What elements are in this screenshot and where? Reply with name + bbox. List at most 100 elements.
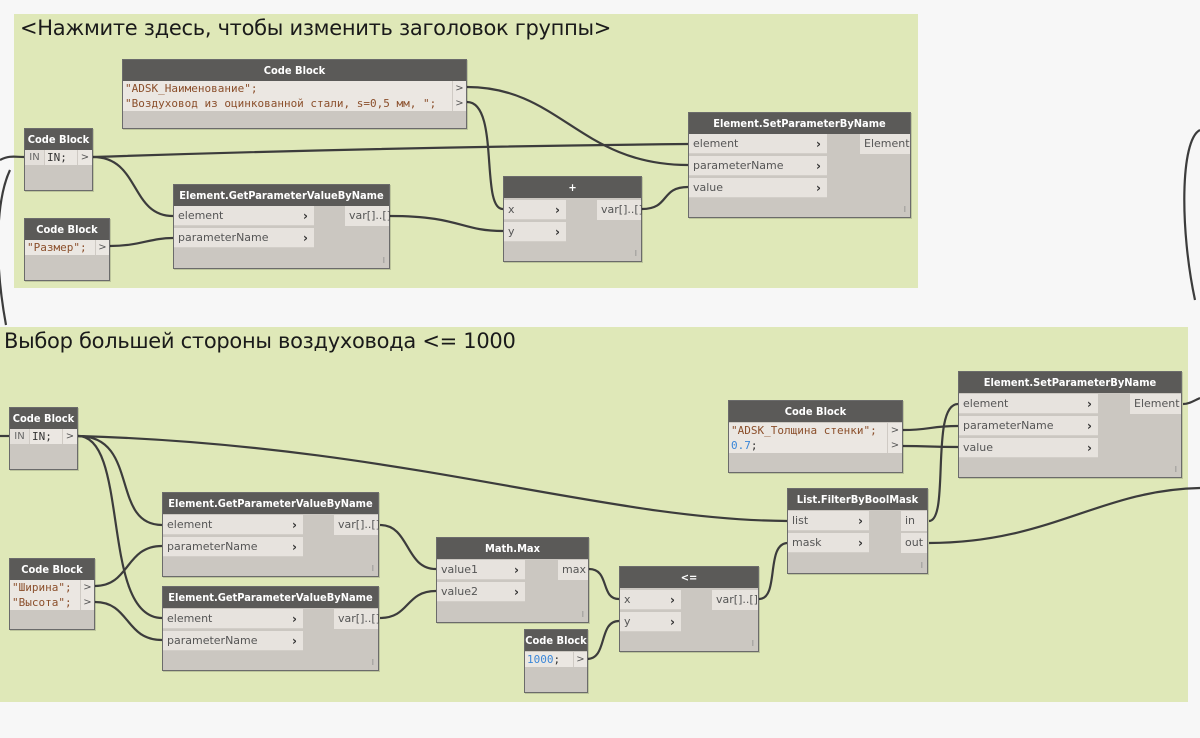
output-port[interactable]: var[]..[] — [334, 609, 380, 629]
output-port-out[interactable]: out — [901, 533, 927, 553]
output-port[interactable]: > — [887, 438, 902, 453]
lacing-indicator[interactable]: l — [752, 639, 754, 648]
code-block-node[interactable]: Code Block IN IN; > — [9, 407, 78, 470]
wire — [0, 169, 11, 326]
port-label: value1 — [441, 563, 479, 576]
group-title[interactable]: Выбор большей стороны воздуховода <= 100… — [4, 329, 516, 353]
code-block-node[interactable]: Code Block "ADSK_Наименование"; "Воздухо… — [122, 59, 467, 129]
input-port-element[interactable]: element › — [174, 206, 314, 226]
number-literal: 1000 — [527, 653, 554, 666]
input-port-value2[interactable]: value2 › — [437, 582, 525, 602]
code-line[interactable]: "Высота"; — [10, 595, 80, 610]
lacing-indicator[interactable]: l — [635, 249, 637, 258]
output-port[interactable]: > — [62, 429, 77, 444]
output-port[interactable]: > — [452, 81, 466, 96]
input-port-value1[interactable]: value1 › — [437, 560, 525, 580]
input-port-parameter-name[interactable]: parameterName › — [174, 228, 314, 248]
lacing-indicator[interactable]: l — [921, 561, 923, 570]
input-port-element[interactable]: element › — [163, 609, 303, 629]
output-port-in[interactable]: in — [901, 511, 927, 531]
chevron-right-icon: › — [816, 159, 821, 173]
input-port[interactable]: IN — [10, 429, 30, 444]
less-equal-node[interactable]: <= x › y › var[]..[] l — [619, 566, 759, 652]
input-port-parameter-name[interactable]: parameterName › — [689, 156, 827, 176]
code-block-node[interactable]: Code Block "ADSK_Толщина стенки"; 0.7; >… — [728, 400, 903, 473]
code-line[interactable]: "ADSK_Толщина стенки"; — [729, 423, 887, 438]
lacing-indicator[interactable]: l — [1175, 465, 1177, 474]
node-title: Code Block — [10, 408, 77, 429]
input-port-element[interactable]: element › — [689, 134, 827, 154]
code-block-node[interactable]: Code Block "Ширина"; "Высота"; > > — [9, 558, 95, 630]
code-line[interactable]: 1000; — [525, 652, 573, 667]
code-line[interactable]: IN; — [45, 150, 77, 165]
lacing-indicator[interactable]: l — [582, 610, 584, 619]
input-port-element[interactable]: element › — [163, 515, 303, 535]
lacing-indicator[interactable]: l — [372, 658, 374, 667]
chevron-right-icon: › — [292, 540, 297, 554]
code-line[interactable]: "Ширина"; — [10, 580, 80, 595]
code-block-node[interactable]: Code Block "Размер"; > — [24, 218, 110, 281]
input-port-value[interactable]: value › — [959, 438, 1098, 458]
set-parameter-node[interactable]: Element.SetParameterByName element › para… — [688, 112, 911, 218]
lacing-indicator[interactable]: l — [383, 256, 385, 265]
port-label: element — [167, 518, 213, 531]
input-port-value[interactable]: value › — [689, 178, 827, 198]
node-title: Code Block — [525, 630, 587, 651]
output-port[interactable]: > — [452, 96, 466, 111]
code-line[interactable]: "Воздуховод из оцинкованной стали, s=0,5… — [123, 96, 452, 111]
lacing-indicator[interactable]: l — [904, 205, 906, 214]
port-label: element — [693, 137, 739, 150]
input-port-x[interactable]: x › — [504, 200, 566, 220]
code-line[interactable]: "Размер"; — [25, 240, 95, 255]
code-block-node[interactable]: Code Block 1000; > — [524, 629, 588, 693]
output-port[interactable]: var[]..[] — [712, 590, 758, 610]
get-parameter-node[interactable]: Element.GetParameterValueByName element ›… — [162, 586, 380, 671]
input-port-y[interactable]: y › — [620, 612, 681, 632]
chevron-right-icon: › — [816, 137, 821, 151]
output-port[interactable]: Element — [1130, 394, 1181, 414]
code-line[interactable]: IN; — [30, 429, 62, 444]
output-port[interactable]: Element — [860, 134, 910, 154]
get-parameter-node[interactable]: Element.GetParameterValueByName element ›… — [173, 184, 391, 269]
code-line[interactable]: "ADSK_Наименование"; — [123, 81, 452, 96]
input-port-parameter-name[interactable]: parameterName › — [163, 631, 303, 651]
input-port-parameter-name[interactable]: parameterName › — [959, 416, 1098, 436]
input-port-element[interactable]: element › — [959, 394, 1098, 414]
port-label: value — [963, 441, 994, 454]
chevron-right-icon: › — [1087, 419, 1092, 433]
input-port-parameter-name[interactable]: parameterName › — [163, 537, 303, 557]
chevron-right-icon: › — [303, 231, 308, 245]
input-port-x[interactable]: x › — [620, 590, 681, 610]
code-line[interactable]: 0.7; — [729, 438, 887, 453]
node-title: Code Block — [25, 129, 92, 150]
set-parameter-node[interactable]: Element.SetParameterByName element › para… — [958, 371, 1182, 478]
group-title[interactable]: <Нажмите здесь, чтобы изменить заголовок… — [20, 16, 611, 40]
output-port[interactable]: > — [573, 652, 587, 667]
input-port-mask[interactable]: mask › — [788, 533, 869, 553]
chevron-right-icon: › — [670, 593, 675, 607]
output-port[interactable]: > — [77, 150, 92, 165]
output-port[interactable]: > — [80, 595, 94, 610]
node-title: Code Block — [25, 219, 109, 240]
get-parameter-node[interactable]: Element.GetParameterValueByName element ›… — [162, 492, 380, 577]
output-port[interactable]: max — [558, 560, 588, 580]
output-port[interactable]: > — [887, 423, 902, 438]
chevron-right-icon: › — [292, 634, 297, 648]
input-port[interactable]: IN — [25, 150, 45, 165]
code-block-node[interactable]: Code Block IN IN; > — [24, 128, 93, 191]
output-port[interactable]: > — [95, 240, 109, 255]
filter-by-bool-mask-node[interactable]: List.FilterByBoolMask list › mask › in out… — [787, 488, 928, 574]
chevron-right-icon: › — [555, 225, 560, 239]
output-port[interactable]: var[]..[] — [597, 200, 643, 220]
output-port[interactable]: var[]..[] — [334, 515, 380, 535]
input-port-y[interactable]: y › — [504, 222, 566, 242]
output-port[interactable]: > — [80, 580, 94, 595]
node-title: Math.Max — [437, 538, 588, 559]
lacing-indicator[interactable]: l — [372, 564, 374, 573]
node-title: Code Block — [123, 60, 466, 81]
math-max-node[interactable]: Math.Max value1 › value2 › max l — [436, 537, 589, 623]
port-label: parameterName — [167, 540, 258, 553]
output-port[interactable]: var[]..[] — [345, 206, 391, 226]
add-node[interactable]: + x › y › var[]..[] l — [503, 176, 643, 262]
input-port-list[interactable]: list › — [788, 511, 869, 531]
